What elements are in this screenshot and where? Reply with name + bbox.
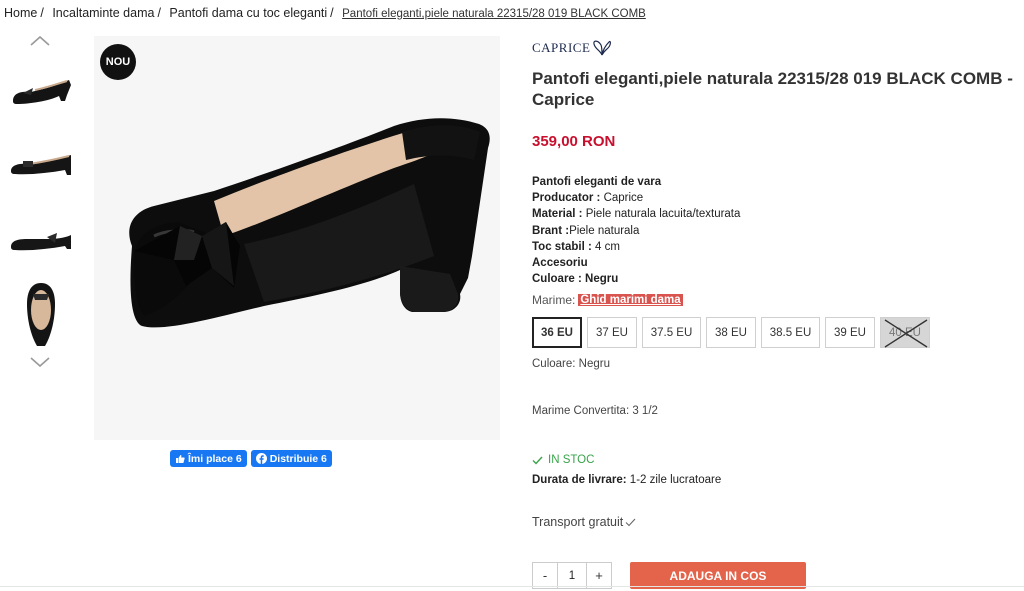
check-icon <box>625 518 636 527</box>
product-title: Pantofi eleganti,piele naturala 22315/28… <box>532 69 1013 109</box>
spec-heel-label: Toc stabil : <box>532 240 592 253</box>
spec-brant-value: Piele naturala <box>569 224 640 237</box>
social-buttons: Îmi place 6 Distribuie 6 <box>170 450 332 467</box>
check-icon <box>532 456 543 465</box>
product-specs: Pantofi eleganti de vara Producator : Ca… <box>532 174 1022 287</box>
add-to-cart-button[interactable]: ADAUGA IN COS <box>630 562 806 589</box>
chevron-up-icon[interactable] <box>30 34 50 48</box>
spec-heel-value: 4 cm <box>591 240 620 253</box>
thumbnail-gallery <box>4 30 76 375</box>
new-badge: NOU <box>100 44 136 80</box>
breadcrumb-separator: / <box>157 6 161 20</box>
size-label-row: Marime: Ghid marimi dama <box>532 291 1022 309</box>
free-transport: Transport gratuit <box>532 515 1022 529</box>
converted-size: Marime Convertita: 3 1/2 <box>532 405 658 418</box>
spec-brant-label: Brant : <box>532 224 570 237</box>
spec-material-value: Piele naturala lacuita/texturata <box>582 208 741 221</box>
size-option-37[interactable]: 37 EU <box>587 317 637 349</box>
size-label: Marime: <box>532 293 576 308</box>
quantity-decrease-button[interactable]: - <box>533 563 557 588</box>
purchase-row: - 1 + ADAUGA IN COS <box>532 562 806 589</box>
size-guide-link[interactable]: Ghid marimi dama <box>578 294 683 307</box>
spec-color: Culoare : Negru <box>532 273 619 286</box>
chevron-down-icon[interactable] <box>30 355 50 369</box>
breadcrumb-incaltaminte-dama[interactable]: Incaltaminte dama <box>52 6 154 20</box>
unavailable-cross-icon <box>884 319 928 349</box>
size-option-36[interactable]: 36 EU <box>532 317 582 349</box>
stock-label: IN STOC <box>548 454 595 467</box>
butterfly-icon <box>593 40 612 56</box>
thumbnail-3[interactable] <box>6 204 76 274</box>
thumbnail-1[interactable] <box>6 56 76 126</box>
spec-producer-label: Producator : <box>532 192 601 205</box>
spec-accessories: Accesoriu <box>532 257 588 270</box>
delivery-time: Durata de livrare: 1-2 zile lucratoare <box>532 474 1022 486</box>
size-option-40-unavailable: 40 EU <box>880 317 930 349</box>
selected-color: Culoare: Negru <box>532 358 610 371</box>
thumbnail-2[interactable] <box>6 130 76 200</box>
size-option-38-5[interactable]: 38.5 EU <box>761 317 820 349</box>
delivery-label: Durata de livrare: <box>532 474 627 487</box>
breadcrumb-home[interactable]: Home <box>4 6 37 20</box>
breadcrumb-separator: / <box>40 6 44 20</box>
facebook-share-label: Distribuie 6 <box>269 452 327 465</box>
size-option-37-5[interactable]: 37.5 EU <box>642 317 701 349</box>
breadcrumb: Home / Incaltaminte dama / Pantofi dama cu… <box>4 6 646 20</box>
product-main-image[interactable]: NOU <box>94 36 500 440</box>
spec-heading: Pantofi eleganti de vara <box>532 176 662 188</box>
thumbs-up-icon <box>176 454 185 463</box>
spec-material-label: Material : <box>532 208 583 221</box>
breadcrumb-pantofi-dama[interactable]: Pantofi dama cu toc eleganti <box>169 6 327 20</box>
brand-logo[interactable]: CAPRICE <box>532 36 1022 60</box>
delivery-value: 1-2 zile lucratoare <box>626 474 722 487</box>
breadcrumb-separator: / <box>330 6 334 20</box>
facebook-icon <box>255 453 267 464</box>
product-info: CAPRICE Pantofi eleganti,piele naturala … <box>532 36 1022 529</box>
quantity-stepper: - 1 + <box>532 562 612 589</box>
shoe-illustration <box>129 118 490 328</box>
page-divider <box>0 586 1024 587</box>
size-option-38[interactable]: 38 EU <box>706 317 756 349</box>
spec-producer-value: Caprice <box>600 192 644 205</box>
facebook-like-button[interactable]: Îmi place 6 <box>170 450 247 467</box>
thumbnail-4[interactable] <box>6 278 76 352</box>
brand-name: CAPRICE <box>532 40 591 55</box>
size-option-39[interactable]: 39 EU <box>825 317 875 349</box>
size-selector: 36 EU 37 EU 37.5 EU 38 EU 38.5 EU 39 EU … <box>532 317 1022 349</box>
breadcrumb-current[interactable]: Pantofi eleganti,piele naturala 22315/28… <box>342 8 646 20</box>
quantity-input[interactable]: 1 <box>557 563 587 588</box>
transport-label: Transport gratuit <box>532 515 624 530</box>
product-price: 359,00 RON <box>532 133 616 150</box>
facebook-like-label: Îmi place 6 <box>188 452 242 465</box>
quantity-increase-button[interactable]: + <box>587 563 611 588</box>
stock-status: IN STOC <box>532 454 1022 466</box>
facebook-share-button[interactable]: Distribuie 6 <box>250 450 332 467</box>
